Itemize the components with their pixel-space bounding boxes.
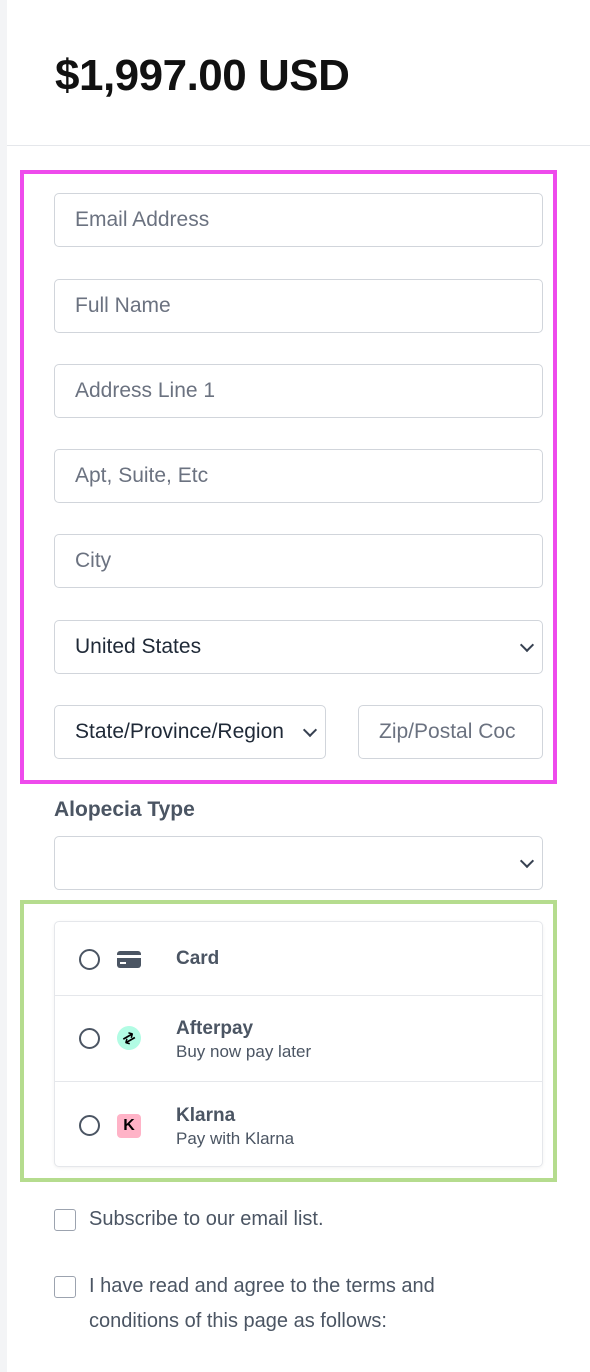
subscribe-email-row[interactable]: Subscribe to our email list.	[54, 1202, 534, 1238]
country-select-value: United States	[75, 635, 202, 658]
payment-option-subtitle: Buy now pay later	[176, 1042, 312, 1061]
city-field[interactable]: City	[54, 534, 543, 588]
subscribe-label: Subscribe to our email list.	[89, 1208, 324, 1230]
afterpay-radio[interactable]	[79, 1028, 100, 1049]
subscribe-checkbox[interactable]	[54, 1209, 76, 1231]
payment-option-klarna[interactable]: K Klarna Pay with Klarna	[55, 1081, 542, 1168]
state-select-value: State/Province/Region	[75, 720, 284, 743]
klarna-glyph: K	[117, 1114, 141, 1138]
zip-postal-code-field[interactable]: Zip/Postal Coc	[358, 705, 543, 759]
afterpay-glyph: ⇄	[112, 1021, 146, 1055]
left-edge-strip	[0, 0, 7, 1372]
chevron-down-icon	[302, 722, 318, 738]
credit-card-icon	[117, 947, 141, 971]
payment-methods-panel: Card ⇄ Afterpay Buy now pay later K Klar…	[54, 921, 543, 1167]
afterpay-logo-icon: ⇄	[112, 1021, 146, 1055]
payment-option-title: Afterpay	[176, 1018, 254, 1039]
klarna-logo-icon: K	[117, 1114, 141, 1138]
price-header: $1,997.00 USD	[7, 0, 590, 146]
payment-option-card[interactable]: Card	[55, 922, 542, 995]
full-name-field[interactable]: Full Name	[54, 279, 543, 333]
chevron-down-icon	[519, 637, 535, 653]
terms-agreement-row[interactable]: I have read and agree to the terms and c…	[54, 1269, 534, 1341]
terms-checkbox[interactable]	[54, 1276, 76, 1298]
address-line-2-field[interactable]: Apt, Suite, Etc	[54, 449, 543, 503]
alopecia-type-select[interactable]	[54, 836, 543, 890]
chevron-down-icon	[519, 853, 535, 869]
country-select[interactable]: United States	[54, 620, 543, 674]
payment-option-afterpay[interactable]: ⇄ Afterpay Buy now pay later	[55, 995, 542, 1081]
payment-option-title: Klarna	[176, 1105, 236, 1126]
klarna-radio[interactable]	[79, 1115, 100, 1136]
state-select[interactable]: State/Province/Region	[54, 705, 326, 759]
payment-option-subtitle: Pay with Klarna	[176, 1129, 295, 1148]
email-address-field[interactable]: Email Address	[54, 193, 543, 247]
card-radio[interactable]	[79, 949, 100, 970]
payment-option-title: Card	[176, 948, 220, 969]
terms-label-line-2: conditions of this page as follows:	[89, 1310, 387, 1332]
address-line-1-field[interactable]: Address Line 1	[54, 364, 543, 418]
terms-label-line-1: I have read and agree to the terms and	[89, 1275, 435, 1297]
alopecia-type-label: Alopecia Type	[54, 798, 195, 821]
order-total-price: $1,997.00 USD	[55, 51, 350, 100]
